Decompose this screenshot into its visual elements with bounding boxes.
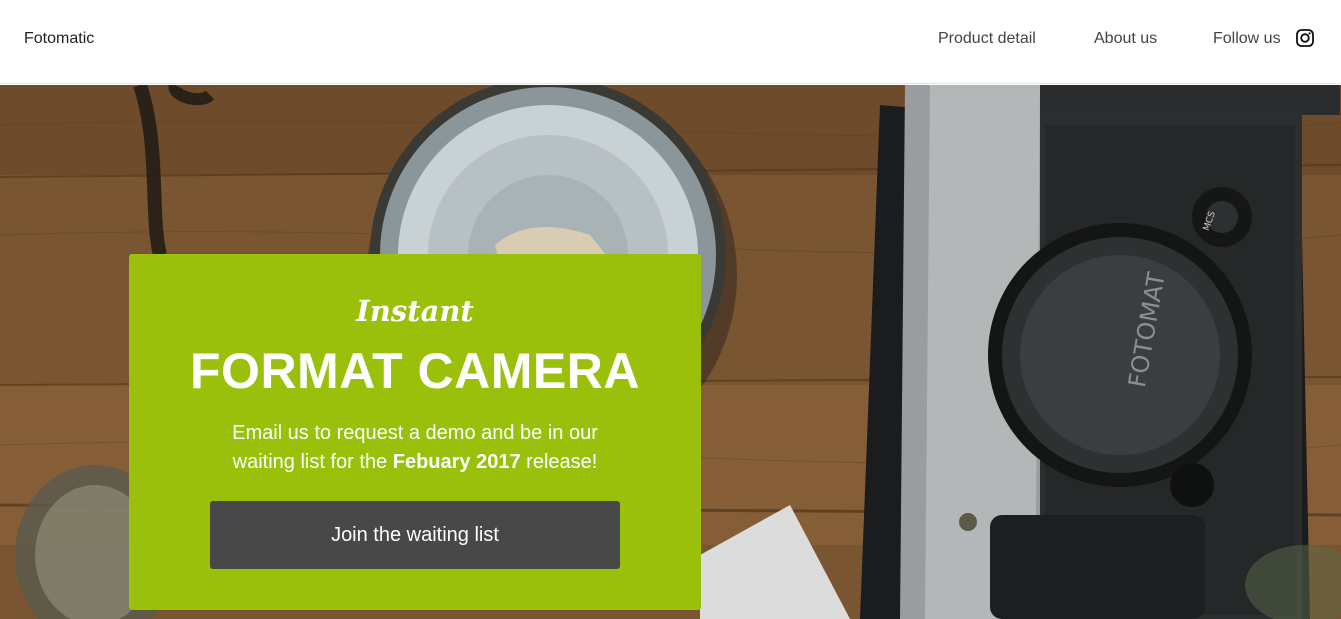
card-description: Email us to request a demo and be in our…: [215, 419, 615, 477]
join-waiting-list-button[interactable]: Join the waiting list: [210, 501, 620, 569]
nav-link-follow-us[interactable]: Follow us: [1213, 30, 1281, 48]
card-text-after: release!: [520, 451, 598, 473]
brand-logo[interactable]: Fotomatic: [24, 30, 94, 48]
card-text-bold: Febuary 2017: [392, 451, 521, 473]
instagram-icon[interactable]: [1296, 29, 1314, 47]
card-script-title: Instant: [356, 294, 474, 328]
card-title: FORMAT CAMERA: [190, 343, 640, 399]
nav-link-about-us[interactable]: About us: [1094, 30, 1157, 48]
nav-link-product-detail[interactable]: Product detail: [938, 30, 1036, 48]
hero-card: Instant FORMAT CAMERA Email us to reques…: [129, 254, 701, 610]
top-navbar: Fotomatic Product detail About us Follow…: [0, 0, 1341, 84]
